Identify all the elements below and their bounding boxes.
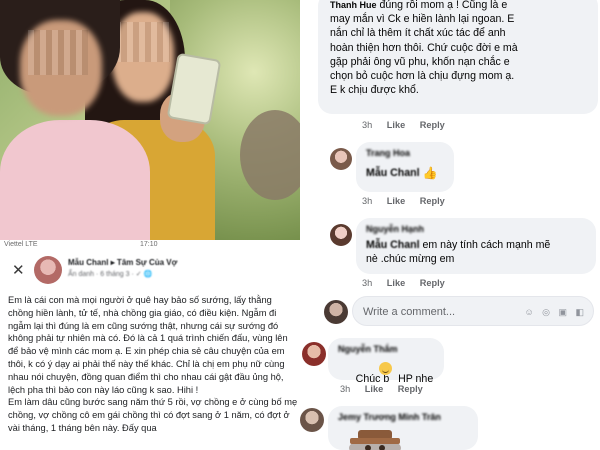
comment-author[interactable]: Nguyễn Thắm <box>338 344 398 354</box>
comments-panel: Thanh Hue đúng rồi mom ạ ! Cũng là e may… <box>300 0 600 450</box>
commenter-avatar[interactable] <box>330 148 352 170</box>
comment-mention[interactable]: Mẫu Chanl <box>366 239 420 251</box>
smile-emoji-icon <box>379 362 392 375</box>
comment-text-line: chọn bỏ cuộc hơn là chịu đựng mom ạ. <box>330 70 515 83</box>
reply-button[interactable]: Reply <box>420 120 445 130</box>
my-avatar[interactable] <box>324 300 348 324</box>
comment-text-line: hoàn thiện hơn thôi. Chứ cuộc đời e mà <box>330 41 518 54</box>
comment-time[interactable]: 3h <box>362 278 372 288</box>
like-button[interactable]: Like <box>365 384 383 394</box>
status-time: 17:10 <box>140 241 158 248</box>
comment-text-line: em này tính cách mạnh mẽ <box>422 239 551 251</box>
like-button[interactable]: Like <box>387 120 405 130</box>
post-body-text: Em là cái con mà mọi người ở quê hay bảo… <box>8 295 298 433</box>
post-author[interactable]: Mẫu Chanl ▸ Tâm Sự Của Vợ <box>68 258 177 267</box>
post-author-name[interactable]: Mẫu Chanl <box>68 258 108 267</box>
reply-button[interactable]: Reply <box>420 196 445 206</box>
commenter-avatar[interactable] <box>300 408 324 432</box>
reply-button[interactable]: Reply <box>420 278 445 288</box>
comment-text-line: đúng rồi mom ạ ! Cũng là e <box>379 0 508 11</box>
commenter-avatar[interactable] <box>330 224 352 246</box>
comment-mention[interactable]: Mẫu Chanl <box>366 167 420 179</box>
comment-actions: 3h Like Reply <box>362 196 457 206</box>
write-comment-input[interactable]: Write a comment... ☺ ◎ ▣ ◧ <box>352 296 594 326</box>
comment-actions: 3h Like Reply <box>362 120 457 130</box>
photo-old-woman-shirt <box>0 120 150 240</box>
comment-time[interactable]: 3h <box>340 384 350 394</box>
comment-text-line: nắn chỉ là thêm ít chất xúc tác để anh <box>330 27 506 40</box>
comment-text-line: may mắn vì Ck e hiền lành lại ngoan. E <box>330 13 515 26</box>
post-group-name[interactable]: ▸ Tâm Sự Của Vợ <box>111 258 178 267</box>
photo-face-mosaic <box>28 30 88 75</box>
like-button[interactable]: Like <box>387 196 405 206</box>
carrier-label: Viettel LTE <box>4 241 38 248</box>
comment-author[interactable]: Nguyễn Hạnh <box>366 224 424 234</box>
comment-actions: 3h Like Reply <box>362 278 457 288</box>
comment-bubble: Trang Hoa Mẫu Chanl 👍 <box>356 142 454 192</box>
author-avatar[interactable] <box>34 256 62 284</box>
comment-text-line: gặp phải ông vũ phu, khốn nạn chắc e <box>330 55 510 68</box>
comment-bubble: Nguyễn Hạnh Mẫu Chanl em này tính cách m… <box>356 218 596 274</box>
comment-bubble: Thanh Hue đúng rồi mom ạ ! Cũng là e may… <box>318 0 598 114</box>
reply-button[interactable]: Reply <box>398 384 423 394</box>
close-icon[interactable]: ✕ <box>12 263 25 278</box>
thumbs-up-icon: 👍 <box>422 166 438 180</box>
comment-tools-icons[interactable]: ☺ ◎ ▣ ◧ <box>524 297 587 327</box>
facebook-post: ✕ Mẫu Chanl ▸ Tâm Sự Của Vợ Ẩn danh · 6 … <box>0 250 300 450</box>
comment-author[interactable]: Trang Hoa <box>366 148 410 158</box>
comment-actions: 3h Like Reply <box>340 384 435 394</box>
comment-author[interactable]: Thanh Hue <box>330 0 377 10</box>
post-photo[interactable] <box>0 0 300 240</box>
phone-status-bar: Viettel LTE 17:10 <box>0 240 300 250</box>
comment-text-line: nè .chúc mừng em <box>366 253 455 266</box>
post-subline: Ẩn danh · 6 tháng 3 · ✓ 🌐 <box>68 271 153 278</box>
write-comment-placeholder: Write a comment... <box>363 306 456 318</box>
comment-time[interactable]: 3h <box>362 120 372 130</box>
photo-face-mosaic <box>115 22 170 62</box>
commenter-avatar[interactable] <box>302 342 326 366</box>
comment-author[interactable]: Jemy Trương Minh Trân <box>338 412 441 422</box>
comment-text-line: E k chịu được khổ. <box>330 84 419 97</box>
comment-sticker-image <box>349 430 401 450</box>
like-button[interactable]: Like <box>387 278 405 288</box>
comment-time[interactable]: 3h <box>362 196 372 206</box>
